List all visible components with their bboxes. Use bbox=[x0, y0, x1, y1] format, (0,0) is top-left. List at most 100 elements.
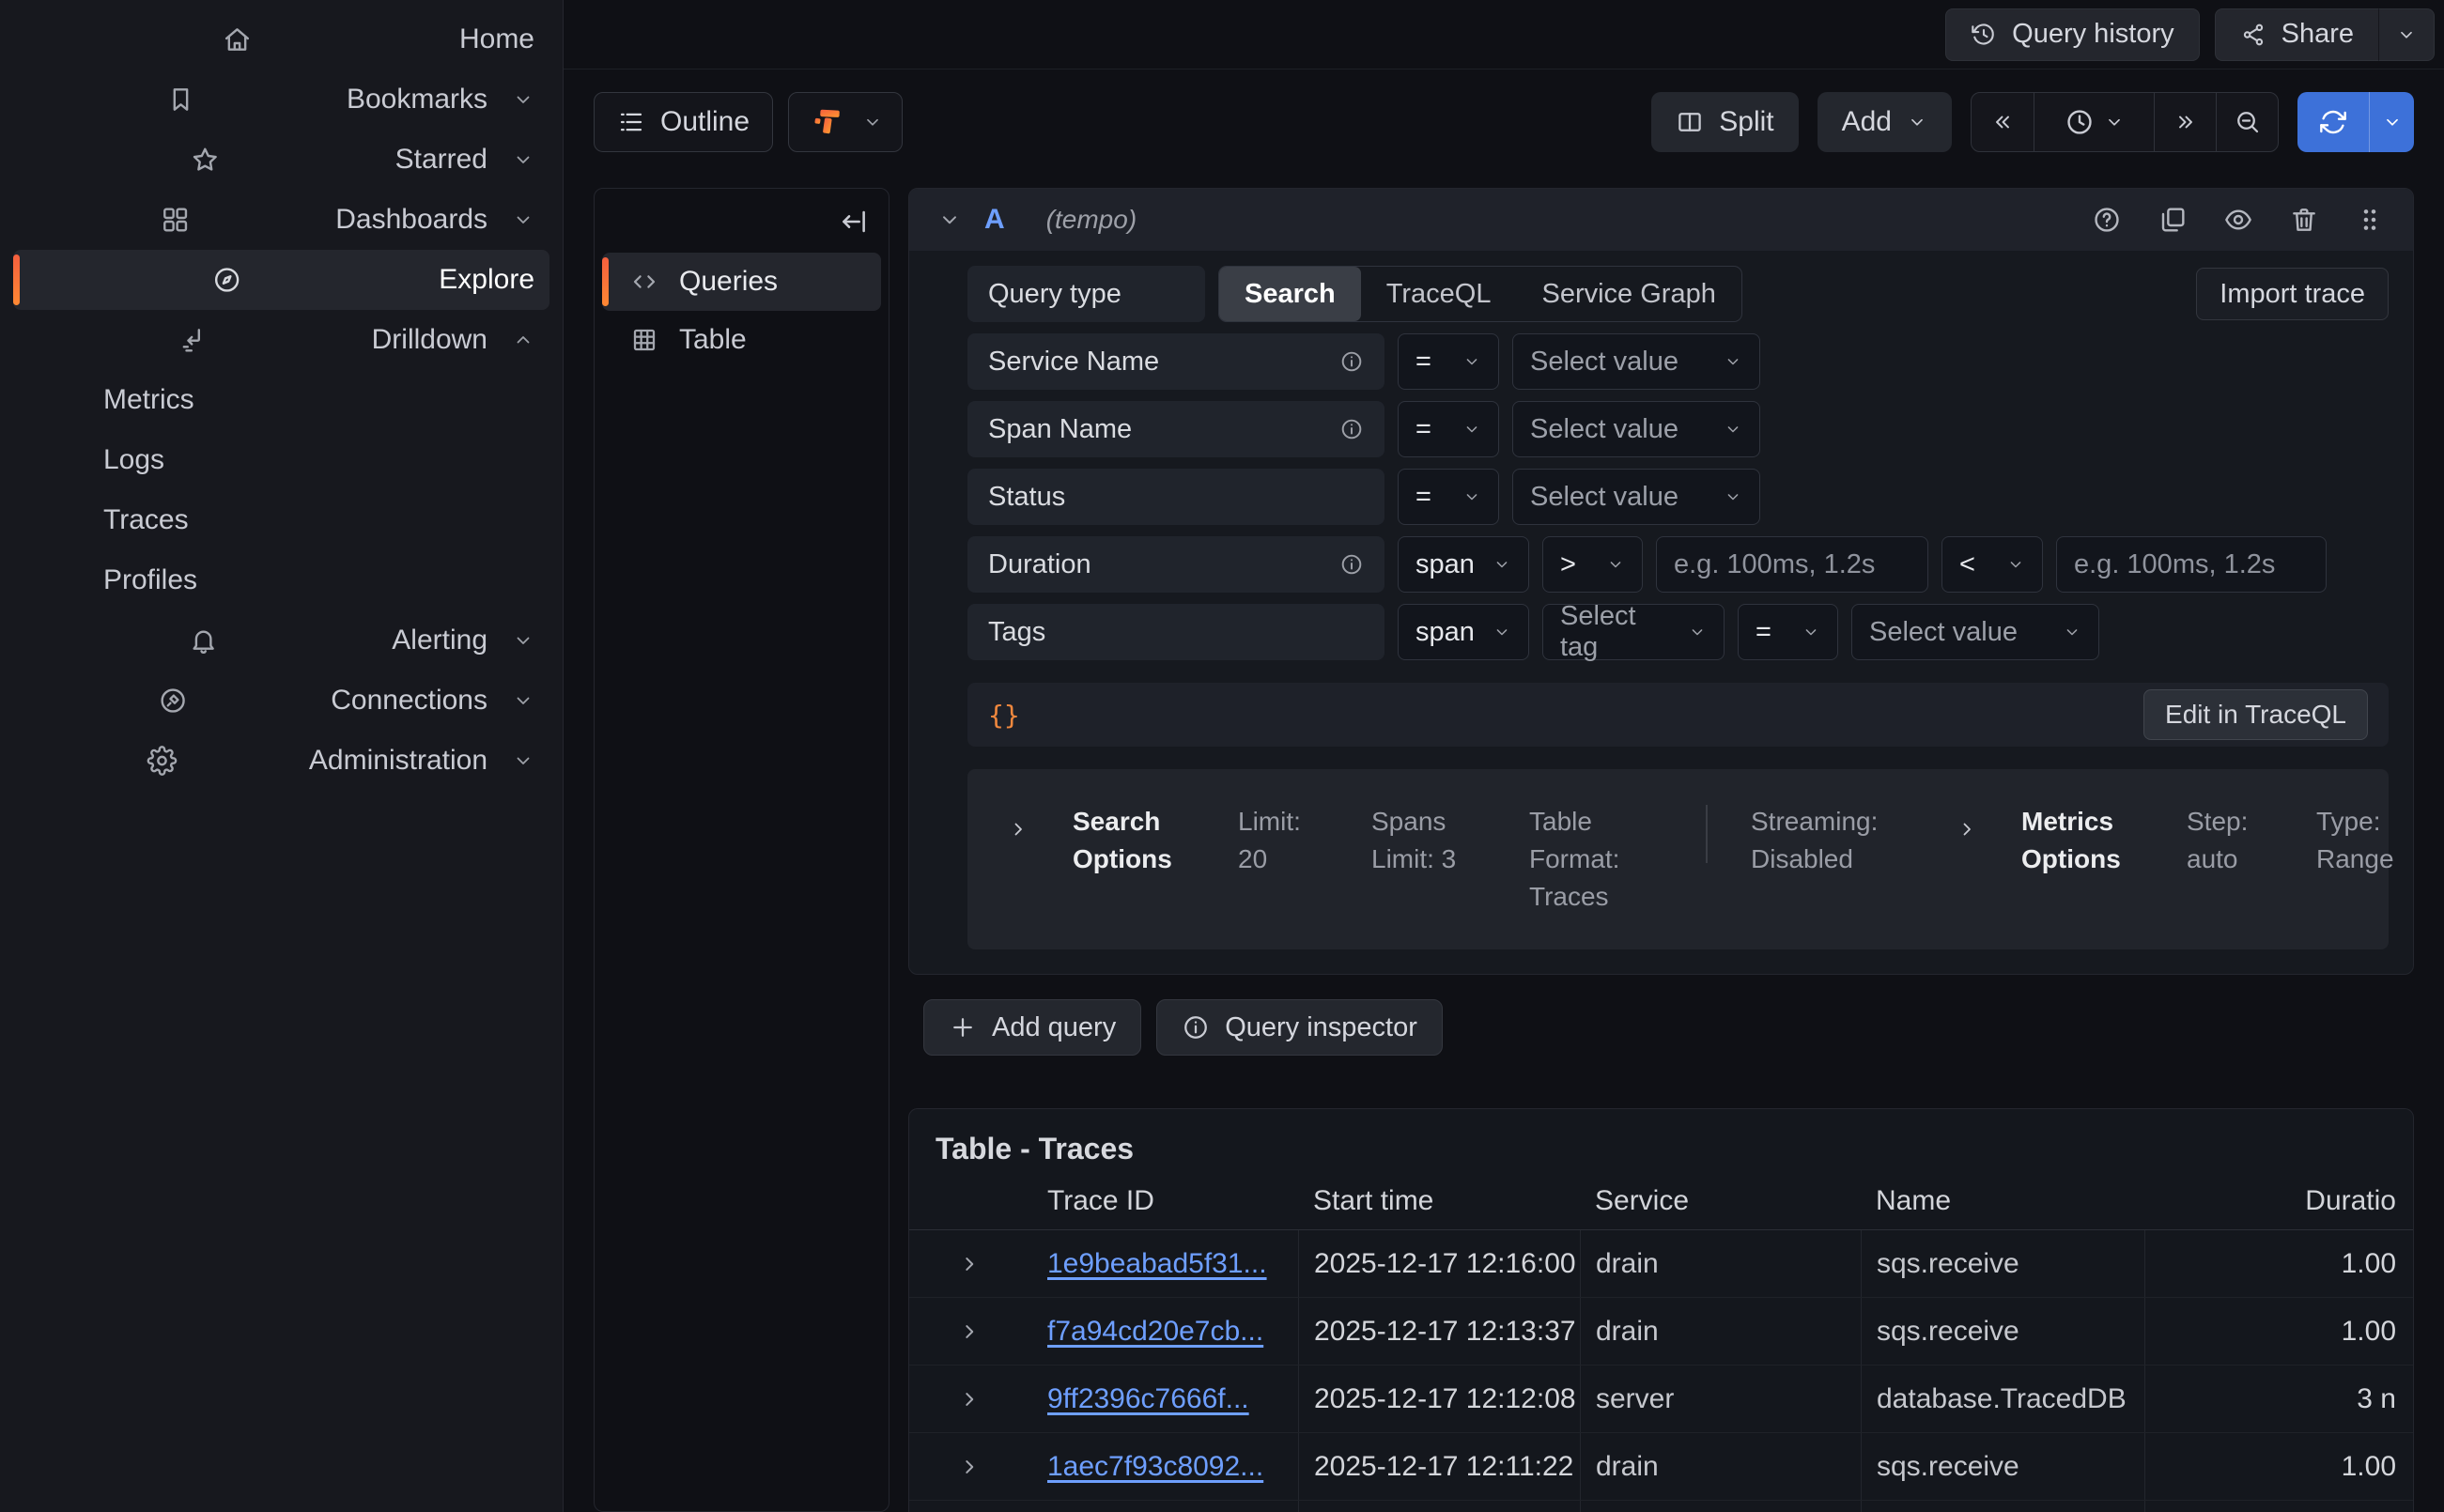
value-select[interactable]: Select value bbox=[1512, 401, 1760, 457]
sidebar-item-alerting[interactable]: Alerting bbox=[13, 610, 549, 671]
search-options-title[interactable]: Search Options bbox=[1073, 803, 1195, 878]
sidebar-item-profiles[interactable]: Profiles bbox=[13, 550, 549, 610]
sidebar-item-connections[interactable]: Connections bbox=[13, 671, 549, 731]
time-shift-back-button[interactable] bbox=[1972, 93, 2034, 151]
operator-select[interactable]: = bbox=[1398, 401, 1499, 457]
zoom-out-time-button[interactable] bbox=[2216, 93, 2278, 151]
query-ref-id[interactable]: A bbox=[984, 204, 1005, 236]
collapse-query-icon[interactable] bbox=[937, 208, 962, 232]
duration-lt-operator-select[interactable]: < bbox=[1941, 536, 2043, 593]
expand-row-icon[interactable] bbox=[957, 1319, 982, 1344]
sidebar-item-home[interactable]: Home bbox=[13, 9, 549, 69]
chevron-down-icon bbox=[1802, 623, 1820, 641]
run-query-button[interactable] bbox=[2297, 92, 2369, 152]
operator-select[interactable]: = bbox=[1398, 333, 1499, 390]
tag-value-select[interactable]: Select value bbox=[1851, 604, 2099, 660]
duration-gt-operator-select[interactable]: > bbox=[1542, 536, 1643, 593]
query-type-search[interactable]: Search bbox=[1219, 267, 1361, 321]
sidebar-item-logs[interactable]: Logs bbox=[13, 430, 549, 490]
metrics-options-expand-icon[interactable] bbox=[1956, 818, 1978, 841]
refresh-interval-caret-button[interactable] bbox=[2369, 92, 2414, 152]
query-history-button[interactable]: Query history bbox=[1945, 8, 2199, 61]
active-indicator bbox=[602, 257, 609, 306]
sidebar-item-traces[interactable]: Traces bbox=[13, 490, 549, 550]
query-type-service-graph[interactable]: Service Graph bbox=[1516, 267, 1740, 321]
sidebar-item-starred[interactable]: Starred bbox=[13, 130, 549, 190]
time-picker-button[interactable] bbox=[2034, 93, 2154, 151]
edit-in-traceql-button[interactable]: Edit in TraceQL bbox=[2143, 689, 2368, 740]
info-icon[interactable] bbox=[1339, 417, 1364, 441]
subnav-item-table[interactable]: Table bbox=[602, 311, 881, 369]
info-icon[interactable] bbox=[1339, 349, 1364, 374]
sidebar-item-label: Home bbox=[459, 23, 534, 55]
chevron-down-icon bbox=[1462, 420, 1481, 439]
trace-id-column-header[interactable]: Trace ID bbox=[1029, 1172, 1298, 1229]
duration-scope-select[interactable]: span bbox=[1398, 536, 1529, 593]
sidebar-item-metrics[interactable]: Metrics bbox=[13, 370, 549, 430]
expand-row-icon[interactable] bbox=[957, 1387, 982, 1412]
value-select[interactable]: Select value bbox=[1512, 469, 1760, 525]
outline-button[interactable]: Outline bbox=[594, 92, 773, 152]
time-shift-forward-button[interactable] bbox=[2154, 93, 2216, 151]
duration-min-input[interactable] bbox=[1656, 536, 1928, 593]
collapse-pane-button[interactable] bbox=[838, 206, 870, 238]
trace-id-cell: 1e9beabad5f31... bbox=[1029, 1230, 1298, 1297]
duration-column-header[interactable]: Duratio bbox=[2144, 1172, 2413, 1229]
import-trace-button[interactable]: Import trace bbox=[2196, 268, 2389, 320]
sidebar-item-administration[interactable]: Administration bbox=[13, 731, 549, 791]
add-button[interactable]: Add bbox=[1818, 92, 1952, 152]
toggle-visibility-icon[interactable] bbox=[2223, 205, 2253, 235]
duration-max-input[interactable] bbox=[2056, 536, 2327, 593]
operator-select[interactable]: = bbox=[1398, 469, 1499, 525]
sidebar-item-dashboards[interactable]: Dashboards bbox=[13, 190, 549, 250]
trace-id-link[interactable]: 9ff2396c7666f... bbox=[1047, 1383, 1249, 1415]
chevron-down-icon bbox=[2006, 555, 2025, 574]
subnav-item-queries[interactable]: Queries bbox=[602, 253, 881, 311]
share-options-caret-button[interactable] bbox=[2379, 8, 2435, 61]
split-button[interactable]: Split bbox=[1651, 92, 1798, 152]
trace-id-link[interactable]: 1e9beabad5f31... bbox=[1047, 1248, 1267, 1280]
query-inspector-button[interactable]: Query inspector bbox=[1156, 999, 1443, 1056]
field-label: Status bbox=[967, 469, 1384, 525]
tags-scope-select[interactable]: span bbox=[1398, 604, 1529, 660]
query-type-traceql[interactable]: TraceQL bbox=[1361, 267, 1517, 321]
drag-handle-icon[interactable] bbox=[2355, 205, 2385, 235]
datasource-picker[interactable] bbox=[788, 92, 903, 152]
expand-row-icon[interactable] bbox=[957, 1252, 982, 1276]
sidebar-item-explore[interactable]: Explore bbox=[13, 250, 549, 310]
filter-row-span-name: Span Name = Select value bbox=[967, 401, 2389, 457]
trace-id-link[interactable]: f7a94cd20e7cb... bbox=[1047, 1316, 1263, 1348]
main-area: Query history Share Outline bbox=[564, 0, 2444, 1512]
service-column-header[interactable]: Service bbox=[1580, 1172, 1861, 1229]
plug-icon bbox=[39, 686, 306, 716]
name-column-header[interactable]: Name bbox=[1861, 1172, 2144, 1229]
split-pane-icon bbox=[1676, 108, 1704, 136]
field-label: Service Name bbox=[967, 333, 1384, 390]
subnav-item-label: Queries bbox=[679, 266, 778, 298]
delete-query-icon[interactable] bbox=[2289, 205, 2319, 235]
value-select[interactable]: Select value bbox=[1512, 333, 1760, 390]
tag-select[interactable]: Select tag bbox=[1542, 604, 1725, 660]
share-button[interactable]: Share bbox=[2215, 8, 2379, 61]
duplicate-query-icon[interactable] bbox=[2158, 205, 2188, 235]
start-time-column-header[interactable]: Start time bbox=[1298, 1172, 1580, 1229]
field-label-text: Service Name bbox=[988, 347, 1159, 378]
sidebar-item-bookmarks[interactable]: Bookmarks bbox=[13, 69, 549, 130]
type-stat: Type: Range bbox=[2316, 803, 2414, 878]
sidebar-item-drilldown[interactable]: Drilldown bbox=[13, 310, 549, 370]
chevron-down-icon bbox=[1493, 623, 1511, 641]
tag-operator-select[interactable]: = bbox=[1738, 604, 1838, 660]
chevron-down-icon bbox=[862, 112, 883, 132]
help-icon[interactable] bbox=[2092, 205, 2122, 235]
code-icon bbox=[630, 268, 658, 296]
refresh-icon bbox=[2318, 107, 2348, 137]
trace-id-link[interactable]: 1aec7f93c8092... bbox=[1047, 1451, 1263, 1483]
sidebar-item-label: Explore bbox=[439, 264, 534, 296]
panels-column: A (tempo) bbox=[908, 188, 2414, 1512]
expand-row-icon[interactable] bbox=[957, 1455, 982, 1479]
add-query-button[interactable]: Add query bbox=[923, 999, 1141, 1056]
sidebar-item-label: Administration bbox=[309, 745, 487, 777]
metrics-options-title[interactable]: Metrics Options bbox=[2021, 803, 2143, 878]
info-icon[interactable] bbox=[1339, 552, 1364, 577]
search-options-expand-icon[interactable] bbox=[1007, 818, 1029, 841]
